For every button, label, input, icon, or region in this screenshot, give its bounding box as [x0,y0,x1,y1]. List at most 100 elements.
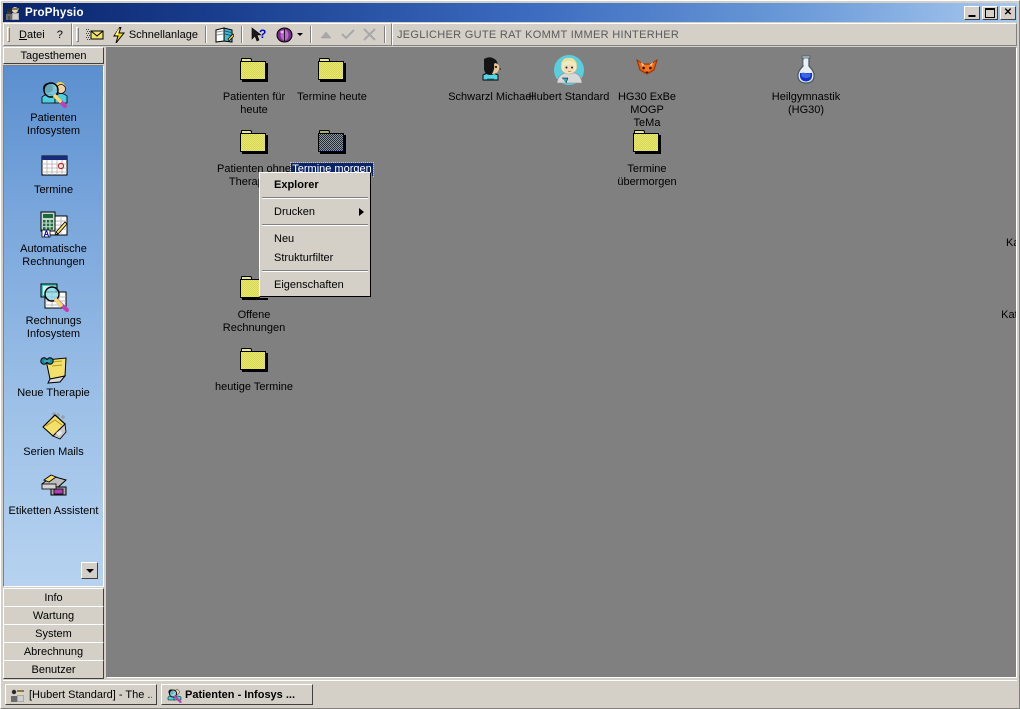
sidebar-item-patienten-infosystem[interactable]: Patienten Infosystem [4,74,103,146]
schnellanlage-label: Schnellanlage [128,28,198,41]
sidebar-item-label: Patienten Infosystem [26,112,81,137]
context-menu-item-explorer[interactable]: Explorer [260,175,370,194]
window-title: ProPhysio [25,6,84,19]
toolbar-separator-4 [383,26,386,43]
desktop-canvas[interactable]: Patienten für heute Termine heute Schwar… [107,48,1016,677]
desktop-icon-kathleen-heute[interactable]: Kathleen heute [997,200,1016,250]
catalog-button[interactable] [272,24,307,45]
toolbar-separator-2 [240,26,243,43]
desktop-icon-label: HG30 ExBe MOGP TeMa [617,91,677,129]
mail-button[interactable] [82,24,108,45]
desktop-icon-termine-morgen[interactable]: Termine morgen [286,126,378,177]
body-split: Tagesthemen Patienten Infosystem Termine… [3,47,1017,679]
confirm-button[interactable] [337,24,359,45]
sidebar-item-automatische-rechnungen[interactable]: A Automatische Rechnungen [4,205,103,277]
desktop-icon-aerzte[interactable]: Ärzte [997,416,1016,466]
move-up-button[interactable] [315,24,337,45]
desktop-icon-label: Offene Rechnungen [222,309,286,334]
sidebar-item-label: Serien Mails [23,446,84,458]
calendar-icon [38,149,70,181]
schnellanlage-button[interactable]: Schnellanlage [108,24,202,45]
desktop-icon-label: Heilgymnastik (HG30) [771,91,841,116]
checkmark-icon [341,28,355,41]
menu-grip[interactable] [7,27,10,42]
desktop-icon-label: Kathleen heute [1005,237,1016,249]
open-book-icon [214,26,234,44]
main-toolbar: Schnellanlage ? [71,23,392,46]
desktop-icon-termine-heute[interactable]: Termine heute [286,54,378,104]
sidebar-items: Patienten Infosystem Termine A Automatis… [4,66,103,526]
menu-datei[interactable]: DDateiatei [13,27,51,43]
svg-text:?: ? [259,27,266,41]
desktop-icon-heutige-termine[interactable]: heutige Termine [208,344,300,394]
taskbar-item-hubert-standard[interactable]: [Hubert Standard] - The ... [5,684,157,705]
mail-merge-icon [38,411,70,443]
context-menu-item-eigenschaften[interactable]: Eigenschaften [260,275,370,294]
cancel-button[interactable] [359,24,381,45]
context-help-button[interactable]: ? [246,24,272,45]
desktop-icon-label: Termine übermorgen [617,163,677,188]
desktop-icon-label: Termine heute [297,91,367,103]
envelope-icon [85,28,104,42]
sidebar-item-neue-therapie[interactable]: Neue Therapie [4,349,103,408]
sidebar-scroll-down-button[interactable] [81,562,98,579]
svg-text:A: A [43,229,49,238]
menu-help[interactable]: ? [51,27,69,43]
desktop-icon-label: heutige Termine [214,381,294,393]
calculator-invoice-icon: A [38,208,70,240]
sidebar-buttons: Info Wartung System Abrechnung Benutzer [3,588,104,679]
context-menu-separator [262,270,368,272]
minimize-button[interactable] [964,5,980,20]
invoice-search-icon [38,280,70,312]
title-bar: ProPhysio ✕ [3,3,1017,22]
sidebar-item-serien-mails[interactable]: Serien Mails [4,408,103,467]
context-menu-item-drucken[interactable]: Drucken [260,202,370,221]
desktop-icon-label: Hubert Standard [528,91,610,103]
taskbar-item-patienten-infosystem[interactable]: Patienten - Infosys ... [161,684,313,705]
sidebar-item-etiketten-assistent[interactable]: Etiketten Assistent [4,467,103,526]
person-blonde-icon [553,54,585,86]
status-band: JEGLICHER GUTE RAT KOMMT IMMER HINTERHER [391,23,1017,46]
sidebar-item-termine[interactable]: Termine [4,146,103,205]
sidebar-header[interactable]: Tagesthemen [3,47,104,64]
desktop-container: Patienten für heute Termine heute Schwar… [106,47,1017,678]
sidebar-button-abrechnung[interactable]: Abrechnung [3,642,104,661]
desktop-icon-hg30-exbe-mogp-tema[interactable]: HG30 ExBe MOGP TeMa [601,54,693,130]
taskbar: [Hubert Standard] - The ... Patienten - … [3,680,1017,706]
toolbar-grip[interactable] [75,27,79,42]
context-menu-item-strukturfilter[interactable]: Strukturfilter [260,248,370,267]
context-menu: Explorer Drucken Neu Strukturfilter Eige… [259,172,371,297]
context-menu-item-label: Drucken [274,205,315,218]
sidebar-item-label: Neue Therapie [17,387,90,399]
desktop-icon-kathleen-morgen[interactable]: Kathleen morgen [997,272,1016,322]
close-button[interactable]: ✕ [1000,5,1016,20]
chevron-down-icon[interactable] [296,33,303,36]
lightning-bolt-icon [112,26,126,43]
app-person-icon [10,687,26,703]
sidebar-item-rechnungs-infosystem[interactable]: Rechnungs Infosystem [4,277,103,349]
note-clip-icon [38,352,70,384]
context-menu-separator [262,224,368,226]
desktop-icon-label: Kathleen morgen [1001,309,1016,321]
sidebar-button-info[interactable]: Info [3,588,104,607]
sidebar: Tagesthemen Patienten Infosystem Termine… [3,47,104,679]
desktop-icon-heilgymnastik-hg30[interactable]: Heilgymnastik (HG30) [760,54,852,117]
toolbar-separator-3 [309,26,312,43]
sidebar-button-wartung[interactable]: Wartung [3,606,104,625]
taskbar-item-label: [Hubert Standard] - The ... [29,688,152,701]
folder-icon [316,54,348,86]
up-arrow-icon [319,29,333,41]
context-menu-item-neu[interactable]: Neu [260,229,370,248]
open-book-button[interactable] [210,24,238,45]
sidebar-button-benutzer[interactable]: Benutzer [3,660,104,679]
toolbar-row: DDateiatei ? [3,23,1017,46]
desktop-icon-termine-uebermorgen[interactable]: Termine übermorgen [601,126,693,189]
sidebar-button-system[interactable]: System [3,624,104,643]
taskbar-item-label: Patienten - Infosys ... [185,688,296,701]
window-controls: ✕ [964,5,1016,20]
person-dark-icon [475,54,507,86]
arrow-question-icon: ? [250,27,268,43]
maximize-button[interactable] [982,5,998,20]
app-person-icon [5,5,21,21]
desktop-icon-aktivitaeten[interactable]: Aktivitäten [997,54,1016,104]
